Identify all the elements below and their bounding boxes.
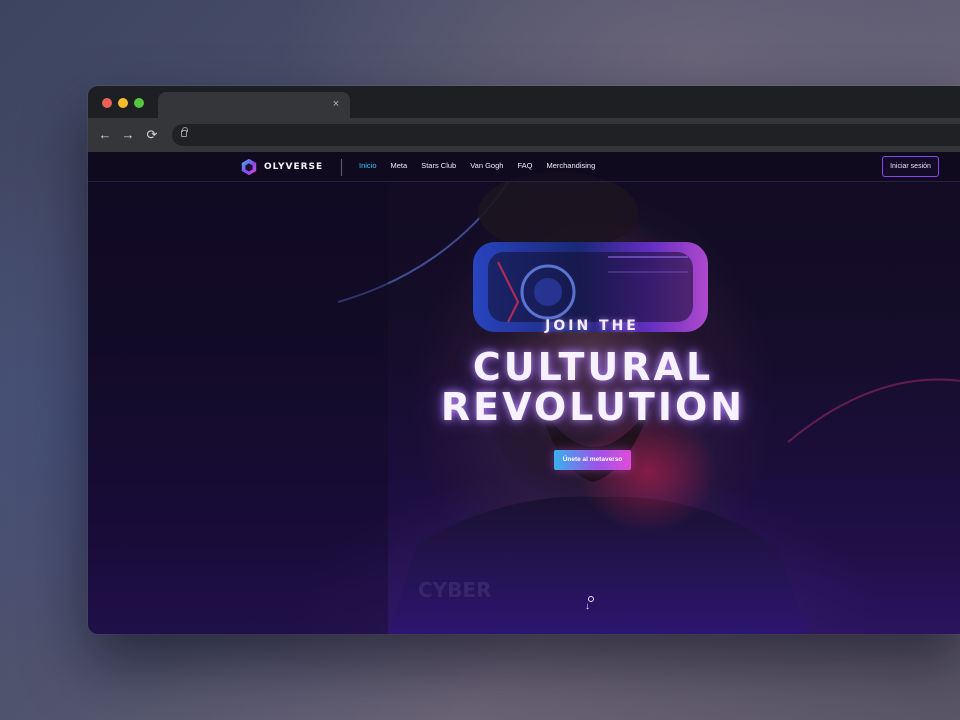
nav-item-inicio[interactable]: Inicio bbox=[359, 161, 377, 170]
site-header: OLYVERSE Inicio Meta Stars Club Van Gogh… bbox=[88, 152, 960, 182]
scroll-down-indicator[interactable]: ↓ bbox=[584, 596, 600, 620]
nav-item-faq[interactable]: FAQ bbox=[517, 161, 532, 170]
main-nav: Inicio Meta Stars Club Van Gogh FAQ Merc… bbox=[359, 161, 595, 170]
back-arrow-icon[interactable]: ← bbox=[96, 126, 114, 144]
header-divider bbox=[341, 159, 342, 176]
site-logo[interactable]: OLYVERSE bbox=[240, 158, 323, 176]
reload-icon[interactable]: ⟳ bbox=[143, 126, 161, 144]
hair bbox=[478, 172, 638, 252]
page-viewport: CYBER OLYVERSE Inicio Meta Stars Club Va… bbox=[88, 152, 960, 634]
logo-cube-icon bbox=[241, 158, 257, 176]
join-metaverse-button[interactable]: Únete al metaverso bbox=[554, 450, 631, 470]
close-window-button[interactable] bbox=[102, 98, 112, 108]
forward-arrow-icon[interactable]: → bbox=[119, 126, 137, 144]
hero-title-line-1: CULTURAL bbox=[472, 345, 714, 389]
browser-tab[interactable]: × bbox=[158, 92, 350, 118]
browser-toolbar: ← → ⟳ bbox=[88, 118, 960, 152]
browser-window: × ← → ⟳ CYBER OLYVERSE Inicio Meta Stars… bbox=[88, 86, 960, 634]
login-button[interactable]: Iniciar sesión bbox=[882, 156, 939, 177]
vr-visor-panel bbox=[488, 252, 693, 322]
nav-item-meta[interactable]: Meta bbox=[391, 161, 408, 170]
close-icon[interactable]: × bbox=[328, 96, 344, 112]
hero-kicker: JOIN THE bbox=[545, 318, 639, 334]
minimize-window-button[interactable] bbox=[118, 98, 128, 108]
lock-icon bbox=[181, 127, 188, 137]
nav-item-stars-club[interactable]: Stars Club bbox=[421, 161, 456, 170]
address-bar[interactable] bbox=[172, 124, 960, 146]
shirt-text: CYBER bbox=[418, 578, 491, 602]
maximize-window-button[interactable] bbox=[134, 98, 144, 108]
nav-item-merchandising[interactable]: Merchandising bbox=[546, 161, 595, 170]
nav-item-van-gogh[interactable]: Van Gogh bbox=[470, 161, 503, 170]
arrow-down-icon: ↓ bbox=[585, 601, 590, 612]
hero-title-line-2: REVOLUTION bbox=[440, 385, 746, 429]
vr-lens bbox=[534, 278, 562, 306]
logo-text: OLYVERSE bbox=[264, 162, 324, 172]
browser-tabbar: × bbox=[88, 86, 960, 118]
